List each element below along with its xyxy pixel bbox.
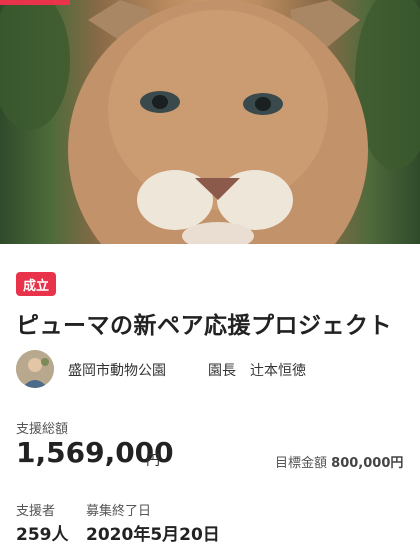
organization-name[interactable]: 盛岡市動物公園: [68, 360, 166, 380]
supporters-label: 支援者: [16, 504, 56, 519]
avatar[interactable]: [16, 350, 54, 388]
status-badge: 成立: [16, 272, 56, 296]
goal-label: 目標金額: [275, 456, 328, 471]
goal-amount: 目標金額 800,000円: [275, 452, 403, 471]
currency-unit: 円: [146, 453, 160, 469]
project-title[interactable]: ピューマの新ペア応援プロジェクト: [16, 306, 406, 340]
owner-person: 園長 辻本恒徳: [208, 363, 306, 379]
supporters-value: 259人: [16, 525, 69, 545]
hero-image: [0, 0, 420, 244]
accent-bar: [0, 0, 70, 5]
total-label: 支援総額: [16, 422, 69, 437]
puma-face-illustration: [0, 0, 420, 244]
end-date-label: 募集終了日: [86, 504, 152, 519]
goal-value: 800,000円: [331, 456, 404, 471]
person-avatar-icon: [16, 350, 54, 388]
end-date-value: 2020年5月20日: [86, 525, 220, 545]
